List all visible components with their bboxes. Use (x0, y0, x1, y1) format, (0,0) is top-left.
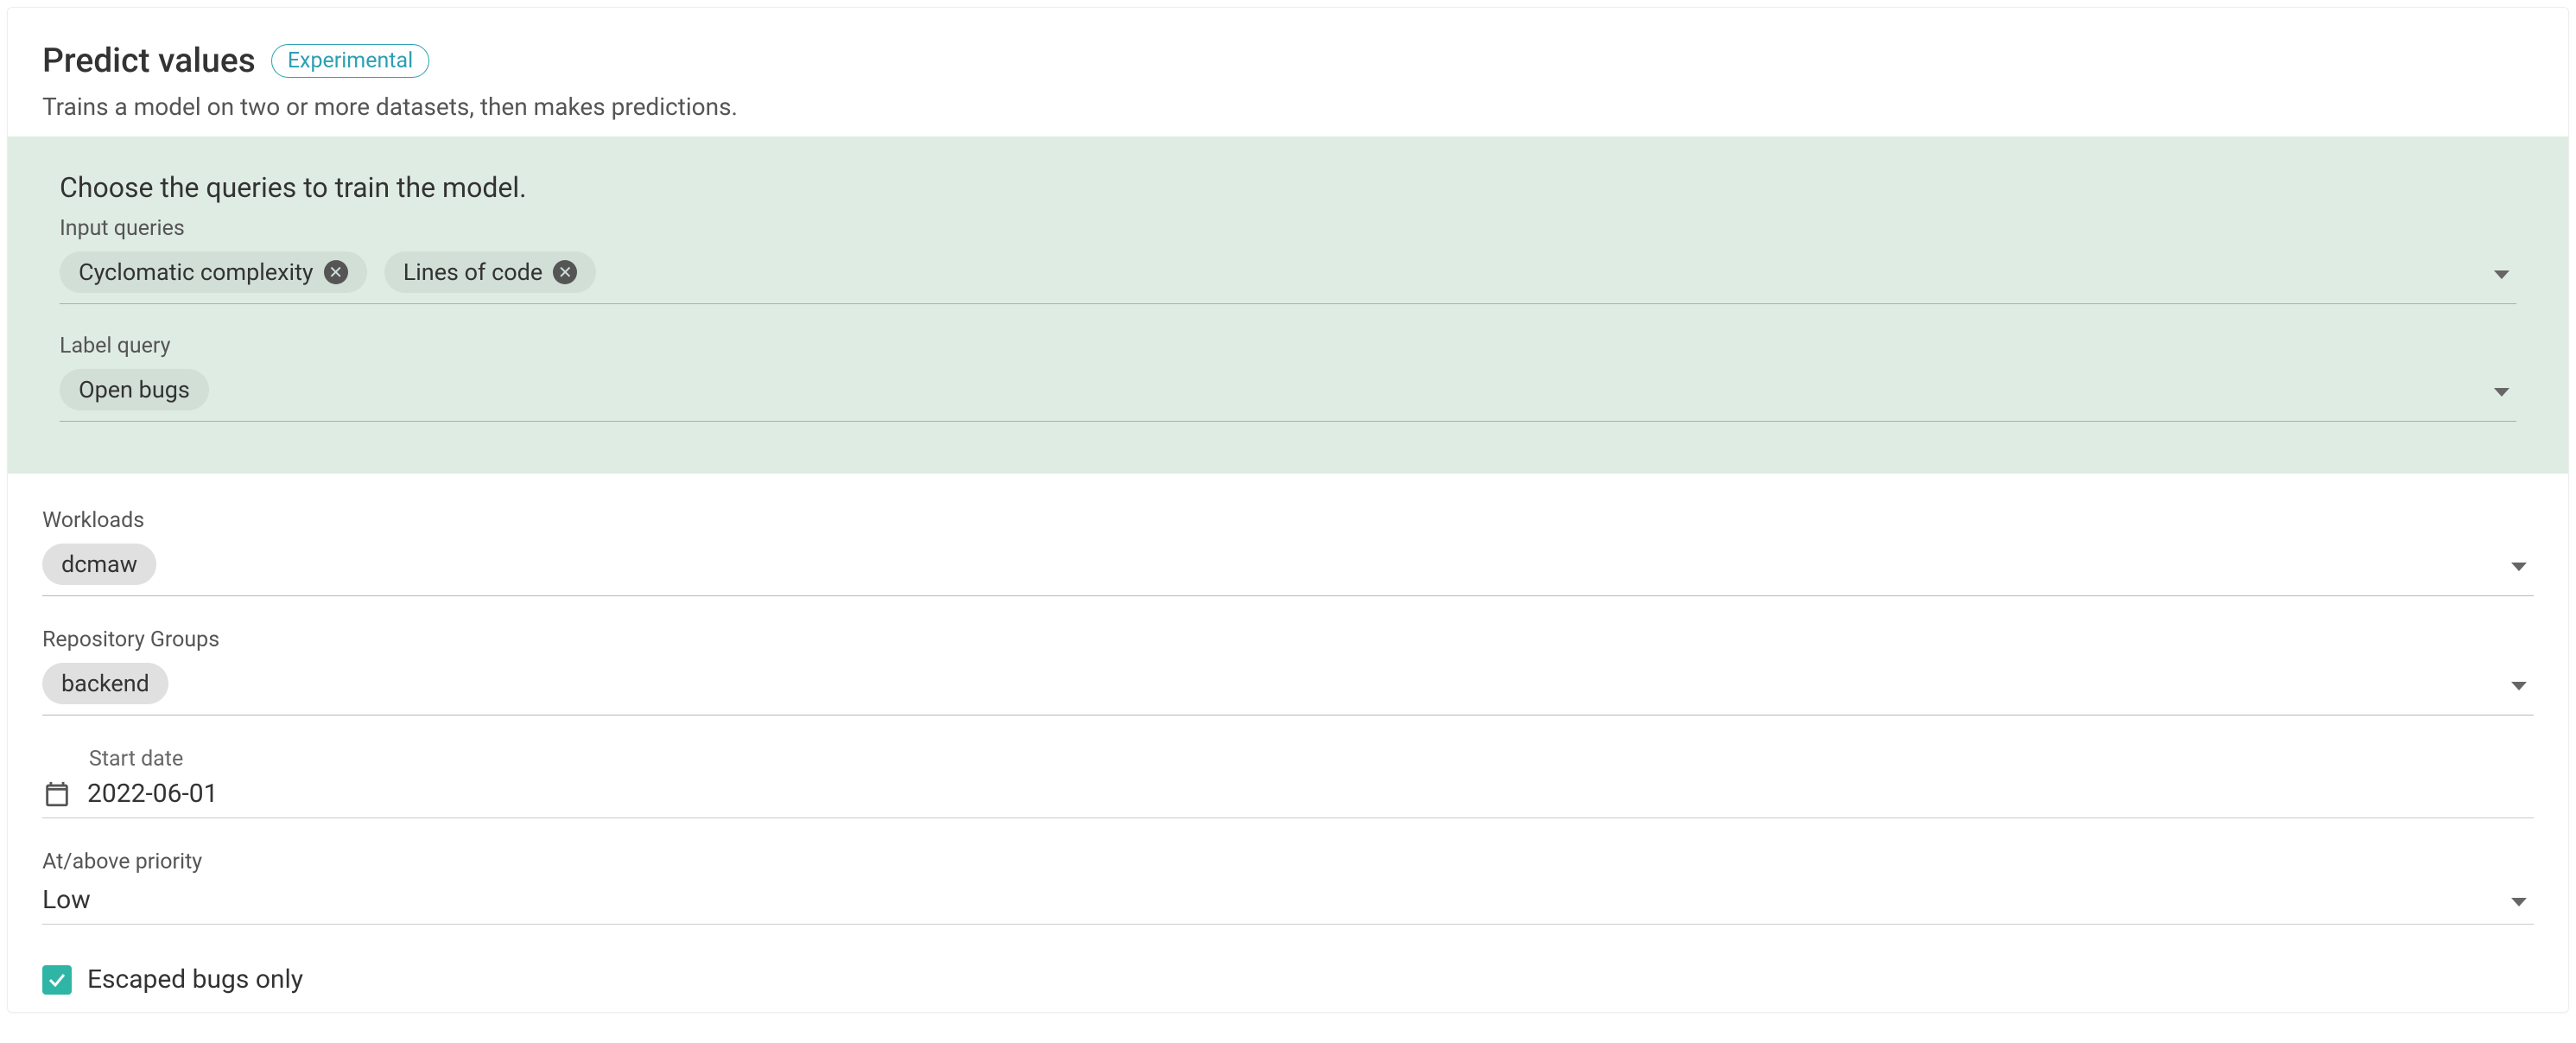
chip-cyclomatic-complexity: Cyclomatic complexity ✕ (60, 251, 367, 293)
priority-select[interactable]: Low (42, 880, 2534, 925)
panel-header: Predict values Experimental Trains a mod… (8, 8, 2568, 137)
training-section: Choose the queries to train the model. I… (8, 137, 2568, 474)
repo-groups-label: Repository Groups (42, 627, 2534, 652)
chip-open-bugs: Open bugs (60, 369, 209, 410)
experimental-badge: Experimental (271, 44, 429, 78)
start-date-input[interactable]: 2022-06-01 (42, 773, 2534, 818)
predict-values-panel: Predict values Experimental Trains a mod… (7, 7, 2569, 1013)
chip-label: Cyclomatic complexity (79, 258, 314, 286)
training-heading: Choose the queries to train the model. (60, 171, 2516, 204)
chip-label: dcmaw (61, 550, 137, 578)
close-icon[interactable]: ✕ (324, 260, 348, 284)
input-queries-select[interactable]: Cyclomatic complexity ✕ Lines of code ✕ (60, 246, 2516, 304)
start-date-value: 2022-06-01 (87, 779, 218, 809)
workloads-select[interactable]: dcmaw (42, 538, 2534, 596)
page-subtitle: Trains a model on two or more datasets, … (42, 92, 2534, 121)
chip-lines-of-code: Lines of code ✕ (384, 251, 597, 293)
chevron-down-icon[interactable] (2494, 270, 2509, 279)
escaped-bugs-checkbox[interactable] (42, 965, 72, 995)
chevron-down-icon[interactable] (2511, 563, 2527, 571)
chevron-down-icon[interactable] (2511, 682, 2527, 690)
page-title: Predict values (42, 41, 256, 80)
chip-dcmaw: dcmaw (42, 544, 156, 585)
chip-label: Open bugs (79, 376, 190, 404)
start-date-label: Start date (89, 747, 2534, 772)
chevron-down-icon[interactable] (2511, 898, 2527, 906)
escaped-bugs-row: Escaped bugs only (42, 956, 2534, 1003)
close-icon[interactable]: ✕ (553, 260, 577, 284)
workloads-label: Workloads (42, 508, 2534, 533)
chevron-down-icon[interactable] (2494, 388, 2509, 397)
calendar-icon (42, 779, 72, 809)
chip-backend: backend (42, 663, 168, 704)
escaped-bugs-label: Escaped bugs only (87, 964, 303, 995)
priority-label: At/above priority (42, 849, 2534, 874)
priority-value: Low (42, 885, 91, 915)
repo-groups-select[interactable]: backend (42, 658, 2534, 715)
label-query-label: Label query (60, 334, 2516, 359)
label-query-select[interactable]: Open bugs (60, 364, 2516, 422)
filters-section: Workloads dcmaw Repository Groups backen… (8, 474, 2568, 1012)
chip-label: Lines of code (403, 258, 543, 286)
chip-label: backend (61, 670, 149, 697)
input-queries-label: Input queries (60, 216, 2516, 241)
